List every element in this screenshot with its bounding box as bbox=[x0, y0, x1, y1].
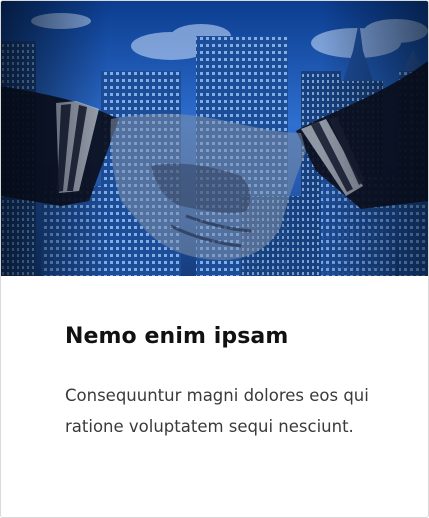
handshake-city-illustration bbox=[1, 1, 428, 276]
card-hero-image bbox=[1, 1, 428, 276]
card-description: Consequuntur magni dolores eos qui ratio… bbox=[65, 386, 369, 436]
card-title: Nemo enim ipsam bbox=[65, 324, 289, 349]
card-content: Nemo enim ipsam Consequuntur magni dolor… bbox=[1, 276, 428, 517]
content-card[interactable]: Nemo enim ipsam Consequuntur magni dolor… bbox=[0, 0, 429, 518]
